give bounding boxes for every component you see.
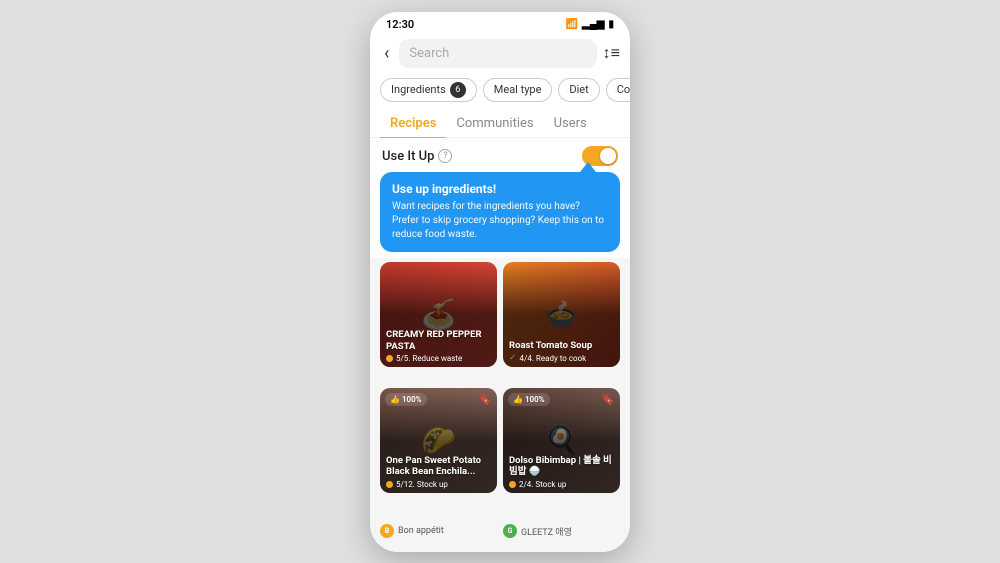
search-bar-row: ‹ Search ↕≡ <box>370 35 630 74</box>
tab-recipes[interactable]: Recipes <box>380 108 446 139</box>
chip-cuisine[interactable]: Coo... <box>606 78 630 102</box>
card-content-1: Roast Tomato Soup ✓ 4/4. Ready to cook <box>503 336 620 367</box>
tab-communities[interactable]: Communities <box>446 108 543 139</box>
recipes-grid: 🍝 CREAMY RED PEPPER PASTA 5/5. Reduce wa… <box>370 258 630 552</box>
badge-text-2: 100% <box>402 395 422 404</box>
recipe-card-0[interactable]: 🍝 CREAMY RED PEPPER PASTA 5/5. Reduce wa… <box>380 262 497 367</box>
chip-diet[interactable]: Diet <box>558 78 599 102</box>
recipe-title-0: CREAMY RED PEPPER PASTA <box>386 329 491 352</box>
chip-ingredients[interactable]: Ingredients 6 <box>380 78 477 102</box>
author-row-3: G GLEETZ 애영 <box>503 514 620 546</box>
recipe-meta-text-2: 5/12. Stock up <box>396 480 448 489</box>
status-icons: 📶 ▂▄▆ ▮ <box>566 19 614 30</box>
back-button[interactable]: ‹ <box>380 41 393 66</box>
author-name-2: Bon appétit <box>398 526 444 536</box>
meta-dot-2 <box>386 481 393 488</box>
recipe-title-1: Roast Tomato Soup <box>509 340 614 351</box>
bookmark-icon-2[interactable]: 🔖 <box>478 393 492 406</box>
filter-sort-button[interactable]: ↕≡ <box>603 43 620 63</box>
meta-dot-3 <box>509 481 516 488</box>
chip-cuisine-label: Coo... <box>617 83 630 96</box>
top-badge-3: 👍 100% <box>508 393 550 406</box>
recipe-meta-text-0: 5/5. Reduce waste <box>396 354 462 363</box>
recipe-meta-0: 5/5. Reduce waste <box>386 354 491 363</box>
recipe-meta-2: 5/12. Stock up <box>386 480 491 489</box>
recipe-meta-text-1: 4/4. Ready to cook <box>520 354 587 363</box>
wifi-icon: 📶 <box>566 19 578 30</box>
recipe-card-2[interactable]: 🌮 👍 100% 🔖 One Pan Sweet Potato Black Be… <box>380 388 497 493</box>
phone-frame: 12:30 📶 ▂▄▆ ▮ ‹ Search ↕≡ Ingredients 6 … <box>370 12 630 552</box>
card-content-3: Dolso Bibimbap | 볼솔 비빔밥 🍚 2/4. Stock up <box>503 451 620 493</box>
top-badge-2: 👍 100% <box>385 393 427 406</box>
filter-chips-row: Ingredients 6 Meal type Diet Coo... <box>370 74 630 108</box>
chip-diet-label: Diet <box>569 83 588 96</box>
tooltip-box: Use up ingredients! Want recipes for the… <box>380 172 620 252</box>
author-name-3: GLEETZ 애영 <box>521 525 572 538</box>
author-avatar-3: G <box>503 524 517 538</box>
author-row-2: B Bon appétit <box>380 514 497 546</box>
card-content-0: CREAMY RED PEPPER PASTA 5/5. Reduce wast… <box>380 325 497 367</box>
meta-dot-0 <box>386 355 393 362</box>
tab-users[interactable]: Users <box>544 108 597 139</box>
like-icon-3: 👍 <box>513 395 523 404</box>
search-input-wrap[interactable]: Search <box>399 39 596 68</box>
recipe-title-2: One Pan Sweet Potato Black Bean Enchila.… <box>386 455 491 478</box>
use-it-up-label: Use It Up ? <box>382 149 452 164</box>
recipe-meta-1: ✓ 4/4. Ready to cook <box>509 353 614 363</box>
chip-meal-type-label: Meal type <box>494 83 542 96</box>
author-avatar-2: B <box>380 524 394 538</box>
tabs-row: Recipes Communities Users <box>370 108 630 139</box>
battery-icon: ▮ <box>608 19 614 30</box>
recipe-meta-text-3: 2/4. Stock up <box>519 480 566 489</box>
chip-meal-type[interactable]: Meal type <box>483 78 553 102</box>
search-placeholder: Search <box>409 46 449 61</box>
chip-ingredients-badge: 6 <box>450 82 466 98</box>
recipe-title-3: Dolso Bibimbap | 볼솔 비빔밥 🍚 <box>509 455 614 478</box>
bookmark-icon-3[interactable]: 🔖 <box>601 393 615 406</box>
recipe-card-1[interactable]: 🍲 Roast Tomato Soup ✓ 4/4. Ready to cook <box>503 262 620 367</box>
tooltip-title: Use up ingredients! <box>392 182 608 196</box>
use-it-up-text: Use It Up <box>382 149 434 164</box>
like-icon-2: 👍 <box>390 395 400 404</box>
status-time: 12:30 <box>386 18 414 31</box>
signal-icon: ▂▄▆ <box>582 19 604 30</box>
badge-text-3: 100% <box>525 395 545 404</box>
chip-ingredients-label: Ingredients <box>391 83 446 96</box>
recipe-card-3[interactable]: 🍳 👍 100% 🔖 Dolso Bibimbap | 볼솔 비빔밥 🍚 2/4… <box>503 388 620 493</box>
card-content-2: One Pan Sweet Potato Black Bean Enchila.… <box>380 451 497 493</box>
help-icon[interactable]: ? <box>438 149 452 163</box>
status-bar: 12:30 📶 ▂▄▆ ▮ <box>370 12 630 35</box>
toggle-thumb <box>600 148 616 164</box>
tooltip-arrow <box>580 162 596 172</box>
tooltip-text: Want recipes for the ingredients you hav… <box>392 200 608 242</box>
meta-check-1: ✓ <box>509 353 517 363</box>
tooltip-container: Use up ingredients! Want recipes for the… <box>380 172 620 252</box>
recipe-meta-3: 2/4. Stock up <box>509 480 614 489</box>
